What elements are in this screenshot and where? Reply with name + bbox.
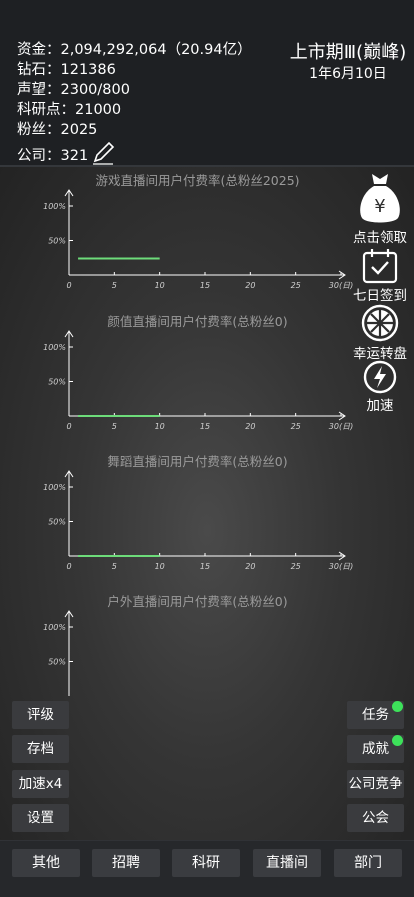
y-tick-label: 100% <box>43 623 66 632</box>
x-tick-label: 25 <box>291 422 301 431</box>
tasks-notification-dot <box>392 701 403 712</box>
x-tick-label: 5 <box>112 422 117 431</box>
x-tick-label: 20 <box>245 281 255 290</box>
lucky-wheel-label: 幸运转盘 <box>353 346 407 362</box>
stat-funds: 资金：2,094,292,064（20.94亿） <box>17 42 252 58</box>
speed-x4-button[interactable]: 加速x4 <box>12 770 69 798</box>
status-header: 资金：2,094,292,064（20.94亿） 钻石：121386 声望：23… <box>0 0 414 167</box>
stats-panel: 资金：2,094,292,064（20.94亿） 钻石：121386 声望：23… <box>17 40 252 172</box>
claim-reward-label: 点击领取 <box>353 230 407 246</box>
money-bag-icon: ¥ <box>360 174 400 223</box>
calendar-check-icon <box>362 249 398 284</box>
stat-company-label: 公司：321 <box>17 148 89 164</box>
bottom-tab-bar: 其他 招聘 科研 直播间 部门 <box>0 840 414 897</box>
chart-game: 游戏直播间用户付费率(总粉丝2025) 50% 100% 0 5 10 15 20 25 30(… <box>40 170 355 310</box>
seven-day-checkin-button[interactable]: 七日签到 <box>348 248 412 304</box>
tab-other[interactable]: 其他 <box>12 849 80 877</box>
stat-fans: 粉丝：2025 <box>17 122 98 138</box>
x-tick-label: 25 <box>291 281 301 290</box>
stage-title: 上市期Ⅲ(巅峰) <box>289 42 407 63</box>
chart-plot: 50%100%0 5 10 15 20 25 30(日) <box>43 189 353 290</box>
stat-reputation: 声望：2300/800 <box>17 82 130 98</box>
speed-up-label: 加速 <box>366 398 394 414</box>
save-button[interactable]: 存档 <box>12 735 69 763</box>
stat-research-points: 科研点：21000 <box>17 102 122 118</box>
x-tick-label: 0 <box>66 281 71 290</box>
svg-text:¥: ¥ <box>374 196 385 217</box>
tab-department[interactable]: 部门 <box>334 849 402 877</box>
chart-plot: 50% 100% 0 5 10 15 20 25 30(日) <box>43 330 353 431</box>
x-tick-label: 5 <box>112 562 117 571</box>
x-tick-label: 20 <box>245 422 255 431</box>
stat-diamonds: 钻石：121386 <box>17 62 116 78</box>
lucky-wheel-button[interactable]: 幸运转盘 <box>348 304 412 362</box>
game-date: 1年6月10日 <box>309 66 387 82</box>
chart-beauty: 颜值直播间用户付费率(总粉丝0) 50% 100% 0 5 10 15 20 25 30(日) <box>40 311 355 451</box>
x-tick-label: 10 <box>155 281 165 290</box>
settings-button[interactable]: 设置 <box>12 804 69 832</box>
x-tick-label: 15 <box>200 562 210 571</box>
x-tick-label: 0 <box>66 562 71 571</box>
x-tick-label: 10 <box>155 422 165 431</box>
chart-dance: 舞蹈直播间用户付费率(总粉丝0) 50% 100% 0 5 10 15 20 25 30(日) <box>40 451 355 591</box>
lightning-icon <box>363 360 397 394</box>
x-tick-label: 20 <box>245 562 255 571</box>
chart-outdoor: 户外直播间用户付费率(总粉丝0) 50% 100% <box>40 591 355 731</box>
guild-button[interactable]: 公会 <box>347 804 404 832</box>
x-tick-label: 5 <box>112 281 117 290</box>
x-tick-label: 15 <box>200 422 210 431</box>
x-tick-label: 30(日) <box>329 422 353 431</box>
y-tick-label: 100% <box>43 343 66 352</box>
tab-live-room[interactable]: 直播间 <box>253 849 321 877</box>
chart-plot: 50% 100% <box>43 610 74 696</box>
y-tick-label: 50% <box>48 378 66 387</box>
y-tick-label: 50% <box>48 658 66 667</box>
tab-research[interactable]: 科研 <box>172 849 240 877</box>
y-tick-label: 100% <box>43 483 66 492</box>
stage-panel: 上市期Ⅲ(巅峰) 1年6月10日 <box>288 41 408 83</box>
achievements-notification-dot <box>392 735 403 746</box>
x-tick-label: 15 <box>200 281 210 290</box>
y-tick-label: 100% <box>43 202 66 211</box>
y-tick-label: 50% <box>48 518 66 527</box>
tab-recruit[interactable]: 招聘 <box>92 849 160 877</box>
claim-reward-button[interactable]: ¥ 点击领取 <box>348 170 412 246</box>
company-competition-button[interactable]: 公司竞争 <box>347 770 404 798</box>
speed-up-button[interactable]: 加速 <box>348 360 412 414</box>
x-tick-label: 0 <box>66 422 71 431</box>
rating-button[interactable]: 评级 <box>12 701 69 729</box>
pencil-icon[interactable] <box>90 140 116 172</box>
x-tick-label: 10 <box>155 562 165 571</box>
fortune-wheel-icon <box>361 304 399 342</box>
x-tick-label: 25 <box>291 562 301 571</box>
stat-company: 公司：321 <box>17 140 252 172</box>
y-tick-label: 50% <box>48 237 66 246</box>
x-tick-label: 30(日) <box>329 562 353 571</box>
seven-day-checkin-label: 七日签到 <box>353 288 407 304</box>
chart-plot: 50% 100% 0 5 10 15 20 25 30(日) <box>43 470 353 571</box>
